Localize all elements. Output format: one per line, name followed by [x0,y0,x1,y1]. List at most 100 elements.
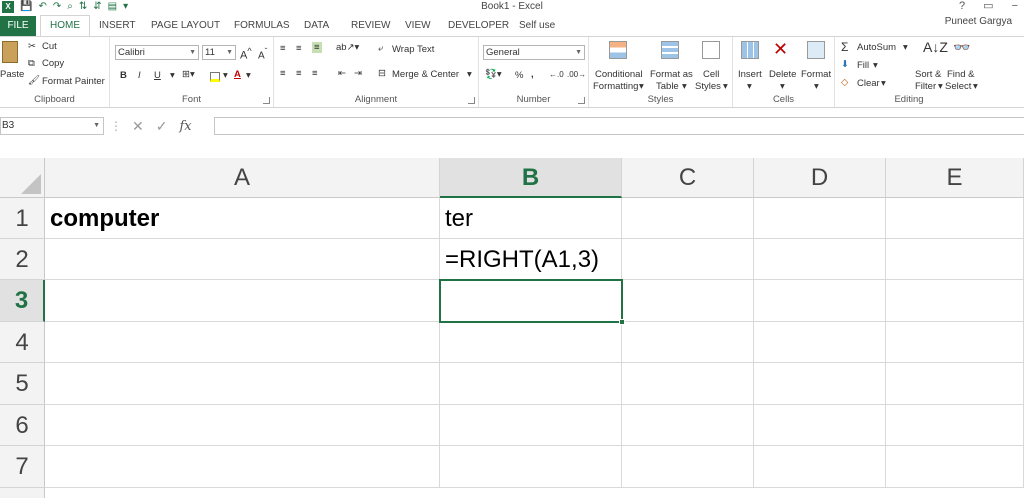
format-as-table-label-1[interactable]: Format as [650,69,693,80]
cell-c2[interactable] [622,239,754,280]
fill-handle[interactable] [619,319,625,325]
chevron-down-icon[interactable]: ▾ [467,69,472,80]
cell-e3[interactable] [886,280,1024,322]
format-cells-icon[interactable] [807,41,825,59]
number-launcher-icon[interactable] [578,97,585,104]
chevron-down-icon[interactable]: ▾ [938,81,943,92]
cell-b6[interactable] [440,405,622,446]
row-header-3[interactable]: 3 [0,280,45,322]
clear-icon[interactable]: ◇ [841,77,848,88]
cell-c3[interactable] [622,280,754,322]
decrease-decimal-icon[interactable]: .00→ [567,70,586,79]
column-header-a[interactable]: A [45,158,440,198]
cell-b7[interactable] [440,446,622,488]
paste-button[interactable]: Paste [0,69,24,80]
copy-button[interactable]: Copy [42,58,64,69]
chevron-down-icon[interactable]: ▾ [973,81,978,92]
align-left-icon[interactable]: ≡ [280,68,286,79]
column-header-e[interactable]: E [886,158,1024,198]
chevron-down-icon[interactable]: ▾ [723,81,728,92]
cell-d4[interactable] [754,322,886,363]
font-name-select[interactable]: Calibri ▼ [115,45,199,60]
fill-icon[interactable]: ⬇ [841,59,849,70]
comma-button[interactable]: , [531,69,534,80]
minimize-icon[interactable]: − [1012,0,1018,12]
decrease-indent-icon[interactable]: ⇤ [338,68,346,79]
merge-center-button[interactable]: Merge & Center [392,69,459,80]
sort-filter-label-1[interactable]: Sort & [915,69,941,80]
increase-decimal-icon[interactable]: ←.0 [549,70,564,79]
insert-cells-icon[interactable] [741,41,759,59]
scissors-icon[interactable]: ✂ [28,41,36,52]
tab-page-layout[interactable]: PAGE LAYOUT [151,16,220,36]
chevron-down-icon[interactable]: ▾ [903,42,908,53]
cell-d3[interactable] [754,280,886,322]
ribbon-display-icon[interactable]: ▭ [983,0,993,12]
font-color-icon[interactable]: A [234,69,241,80]
chevron-down-icon[interactable]: ▾ [639,81,644,92]
cell-d2[interactable] [754,239,886,280]
bold-button[interactable]: B [120,70,127,81]
chevron-down-icon[interactable]: ▾ [682,81,687,92]
insert-function-icon[interactable]: fx [179,119,191,134]
fill-color-dropdown-icon[interactable]: ▾ [223,70,228,81]
binoculars-icon[interactable]: 👓 [953,39,970,56]
row-header-6[interactable]: 6 [0,405,45,446]
splitter-icon[interactable]: ⋮ [110,119,122,133]
tab-view[interactable]: VIEW [405,16,431,36]
row-header-8[interactable] [0,488,45,498]
cell-e1[interactable] [886,198,1024,239]
wrap-text-icon[interactable]: ⤶ [378,43,383,54]
cell-b2[interactable]: =RIGHT(A1,3) [440,239,622,280]
cell-c7[interactable] [622,446,754,488]
align-center-icon[interactable]: ≡ [296,68,302,79]
chevron-down-icon[interactable]: ▾ [873,60,878,71]
cell-d5[interactable] [754,363,886,405]
wrap-text-button[interactable]: Wrap Text [392,44,434,55]
format-painter-button[interactable]: Format Painter [42,76,105,87]
cell-c4[interactable] [622,322,754,363]
tab-data[interactable]: DATA [304,16,329,36]
find-select-label-2[interactable]: Select [945,81,971,92]
tab-formulas[interactable]: FORMULAS [234,16,290,36]
percent-button[interactable]: % [515,70,523,81]
conditional-formatting-icon[interactable] [609,41,627,59]
row-header-4[interactable]: 4 [0,322,45,363]
paste-icon[interactable] [2,41,18,63]
cell-d6[interactable] [754,405,886,446]
formula-input[interactable] [214,117,1024,135]
font-launcher-icon[interactable] [263,97,270,104]
fill-button[interactable]: Fill [857,60,869,71]
clear-button[interactable]: Clear [857,78,880,89]
cell-e7[interactable] [886,446,1024,488]
chevron-down-icon[interactable]: ▾ [747,81,752,92]
cell-e2[interactable] [886,239,1024,280]
shrink-font-icon[interactable]: Aˇ [258,46,267,61]
tab-self-use[interactable]: Self use [519,16,555,36]
sort-filter-icon[interactable]: A↓Z [923,39,948,55]
fill-color-icon[interactable] [210,72,220,82]
insert-button[interactable]: Insert [738,69,762,80]
format-as-table-label-2[interactable]: Table [656,81,679,92]
tab-insert[interactable]: INSERT [99,16,136,36]
tab-home[interactable]: HOME [40,15,90,37]
cell-d1[interactable] [754,198,886,239]
find-select-label-1[interactable]: Find & [947,69,974,80]
font-size-select[interactable]: 11 ▼ [202,45,236,60]
cell-a3[interactable] [45,280,440,322]
cut-button[interactable]: Cut [42,41,57,52]
enter-icon[interactable]: ✓ [156,118,168,135]
tab-developer[interactable]: DEVELOPER [448,16,509,36]
conditional-formatting-label-1[interactable]: Conditional [595,69,643,80]
cell-b4[interactable] [440,322,622,363]
cell-a6[interactable] [45,405,440,446]
font-color-dropdown-icon[interactable]: ▾ [246,70,251,81]
user-name[interactable]: Puneet Gargya [945,16,1012,27]
help-icon[interactable]: ? [959,0,965,12]
number-format-select[interactable]: General ▼ [483,45,585,60]
cell-styles-label-2[interactable]: Styles [695,81,721,92]
format-as-table-icon[interactable] [661,41,679,59]
underline-dropdown-icon[interactable]: ▾ [170,70,175,81]
copy-icon[interactable]: ⧉ [28,58,35,69]
cell-a7[interactable] [45,446,440,488]
